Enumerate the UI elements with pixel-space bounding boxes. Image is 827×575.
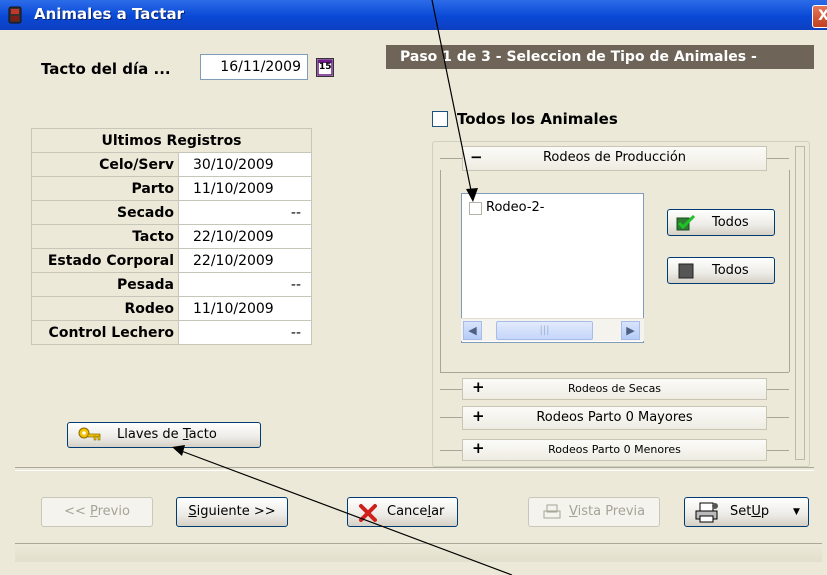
annotation-arrow-line <box>431 0 474 201</box>
annotation-arrow-line <box>175 448 513 575</box>
annotation-arrowhead <box>466 188 478 202</box>
annotation-arrowhead <box>172 445 185 456</box>
main-window: Animales a Tactar X Tacto del día ... 16… <box>0 0 827 575</box>
annotation-arrows <box>172 0 513 575</box>
